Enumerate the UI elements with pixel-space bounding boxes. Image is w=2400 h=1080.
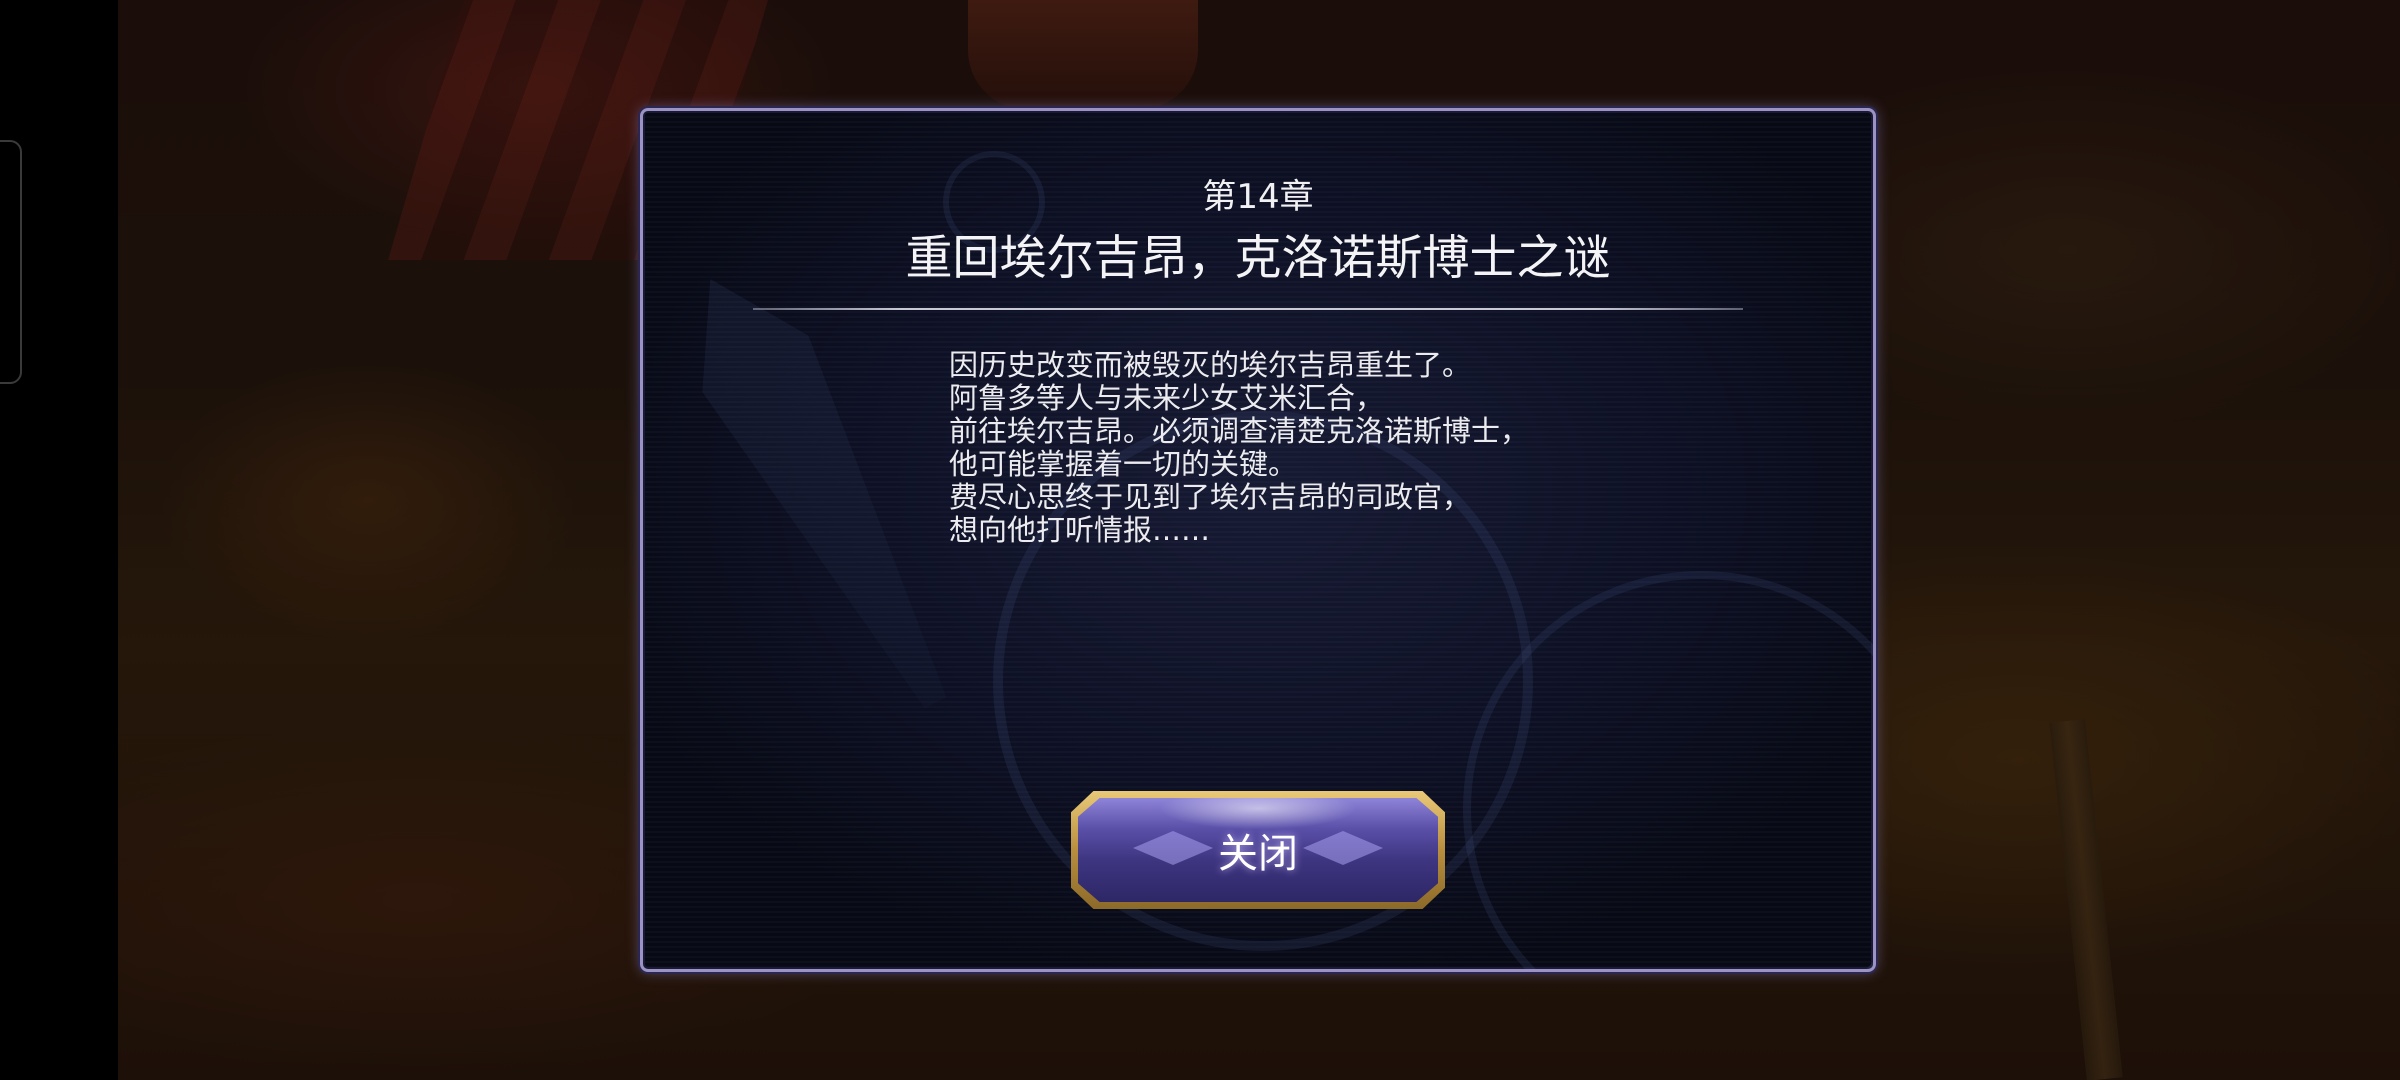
chapter-dialog: 第14章 重回埃尔吉昂，克洛诺斯博士之谜 因历史改变而被毁灭的埃尔吉昂重生了。 … — [640, 108, 1876, 972]
chapter-title: 重回埃尔吉昂，克洛诺斯博士之谜 — [905, 231, 1611, 286]
story-line: 费尽心思终于见到了埃尔吉昂的司政官， — [949, 480, 1472, 514]
close-button-label: 关闭 — [1218, 831, 1298, 877]
title-divider — [753, 308, 1743, 310]
close-button[interactable]: 关闭 — [1071, 791, 1445, 909]
chapter-number: 第14章 — [1202, 177, 1314, 217]
story-text: 因历史改变而被毁灭的埃尔吉昂重生了。 阿鲁多等人与未来少女艾米汇合， 前往埃尔吉… — [949, 349, 1689, 547]
story-line: 前往埃尔吉昂。必须调查清楚克洛诺斯博士， — [949, 414, 1530, 448]
story-line: 想向他打听情报…… — [949, 513, 1211, 547]
story-line: 因历史改变而被毁灭的埃尔吉昂重生了。 — [949, 348, 1472, 382]
left-black-bar — [0, 0, 118, 1080]
story-line: 他可能掌握着一切的关键。 — [949, 447, 1298, 481]
story-line: 阿鲁多等人与未来少女艾米汇合， — [949, 381, 1385, 415]
game-screen: 第14章 重回埃尔吉昂，克洛诺斯博士之谜 因历史改变而被毁灭的埃尔吉昂重生了。 … — [0, 0, 2400, 1080]
decorative-blade — [657, 251, 988, 731]
edge-swipe-handle[interactable] — [0, 140, 22, 384]
